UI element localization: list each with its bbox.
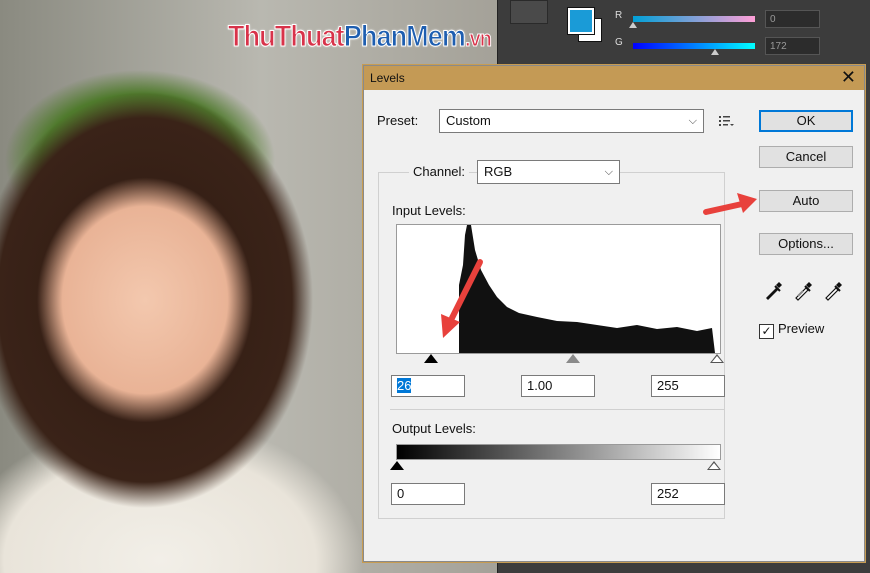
slider-g-value[interactable]: 172 — [765, 37, 820, 55]
auto-button[interactable]: Auto — [759, 190, 853, 212]
slider-r-track[interactable] — [633, 16, 755, 22]
levels-dialog: Levels ✕ Preset: Custom ⌵ Channel: RGB ⌵… — [363, 65, 865, 562]
watermark-part-2: PhanMem — [343, 20, 466, 54]
ok-button[interactable]: OK — [759, 110, 853, 132]
checkbox-check-icon: ✓ — [759, 324, 774, 339]
input-white-slider[interactable] — [710, 354, 724, 363]
chevron-down-icon: ⌵ — [604, 166, 613, 178]
output-gradient-bar — [396, 444, 721, 460]
slider-g[interactable]: G 172 — [615, 37, 865, 57]
output-black-value: 0 — [397, 486, 405, 501]
gray-eyedropper-icon[interactable] — [793, 279, 815, 301]
histogram — [396, 224, 721, 354]
chevron-down-icon: ⌵ — [688, 115, 697, 127]
channel-value: RGB — [484, 164, 513, 179]
output-black-field[interactable]: 0 — [391, 483, 465, 505]
input-white-field[interactable]: 255 — [651, 375, 725, 397]
watermark-part-3: .vn — [465, 26, 493, 52]
dialog-titlebar[interactable]: Levels ✕ — [364, 66, 864, 90]
slider-g-label: G — [615, 37, 623, 48]
close-icon[interactable]: ✕ — [841, 67, 856, 88]
input-levels-label: Input Levels: — [392, 203, 466, 218]
preset-label: Preset: — [377, 113, 419, 128]
preview-label: Preview — [778, 321, 825, 336]
channel-label: Channel: — [409, 164, 470, 179]
white-eyedropper-icon[interactable] — [823, 279, 845, 301]
input-black-field[interactable]: 26 — [391, 375, 465, 397]
foreground-color-swatch[interactable] — [568, 8, 594, 34]
channel-select[interactable]: RGB ⌵ — [477, 160, 620, 184]
output-black-slider[interactable] — [390, 461, 404, 470]
cancel-button[interactable]: Cancel — [759, 146, 853, 168]
watermark-part-1: ThuThuat — [228, 20, 346, 54]
slider-r[interactable]: R 0 — [615, 10, 865, 30]
input-gray-slider[interactable] — [566, 354, 580, 363]
slider-r-value[interactable]: 0 — [765, 10, 820, 28]
input-black-slider[interactable] — [424, 354, 438, 363]
divider — [390, 409, 725, 410]
slider-g-track[interactable] — [633, 43, 755, 49]
output-white-slider[interactable] — [707, 461, 721, 470]
preset-select[interactable]: Custom ⌵ — [439, 109, 704, 133]
dialog-title: Levels — [370, 71, 405, 85]
input-black-value: 26 — [397, 378, 412, 393]
input-gamma-value: 1.00 — [527, 378, 553, 393]
options-button[interactable]: Options... — [759, 233, 853, 255]
output-white-field[interactable]: 252 — [651, 483, 725, 505]
preset-options-icon[interactable] — [718, 114, 734, 128]
panel-tab-icon[interactable] — [510, 0, 548, 24]
histogram-graph — [397, 225, 715, 353]
preset-value: Custom — [446, 113, 491, 128]
slider-r-label: R — [615, 10, 623, 21]
output-white-value: 252 — [657, 486, 679, 501]
slider-g-knob[interactable] — [711, 49, 719, 55]
input-gamma-field[interactable]: 1.00 — [521, 375, 595, 397]
input-white-value: 255 — [657, 378, 679, 393]
output-levels-label: Output Levels: — [392, 421, 476, 436]
slider-r-knob[interactable] — [629, 22, 637, 28]
black-eyedropper-icon[interactable] — [763, 279, 785, 301]
watermark-logo: ThuThuatPhanMem.vn — [228, 20, 493, 54]
preview-checkbox[interactable]: ✓ Preview — [759, 321, 824, 339]
